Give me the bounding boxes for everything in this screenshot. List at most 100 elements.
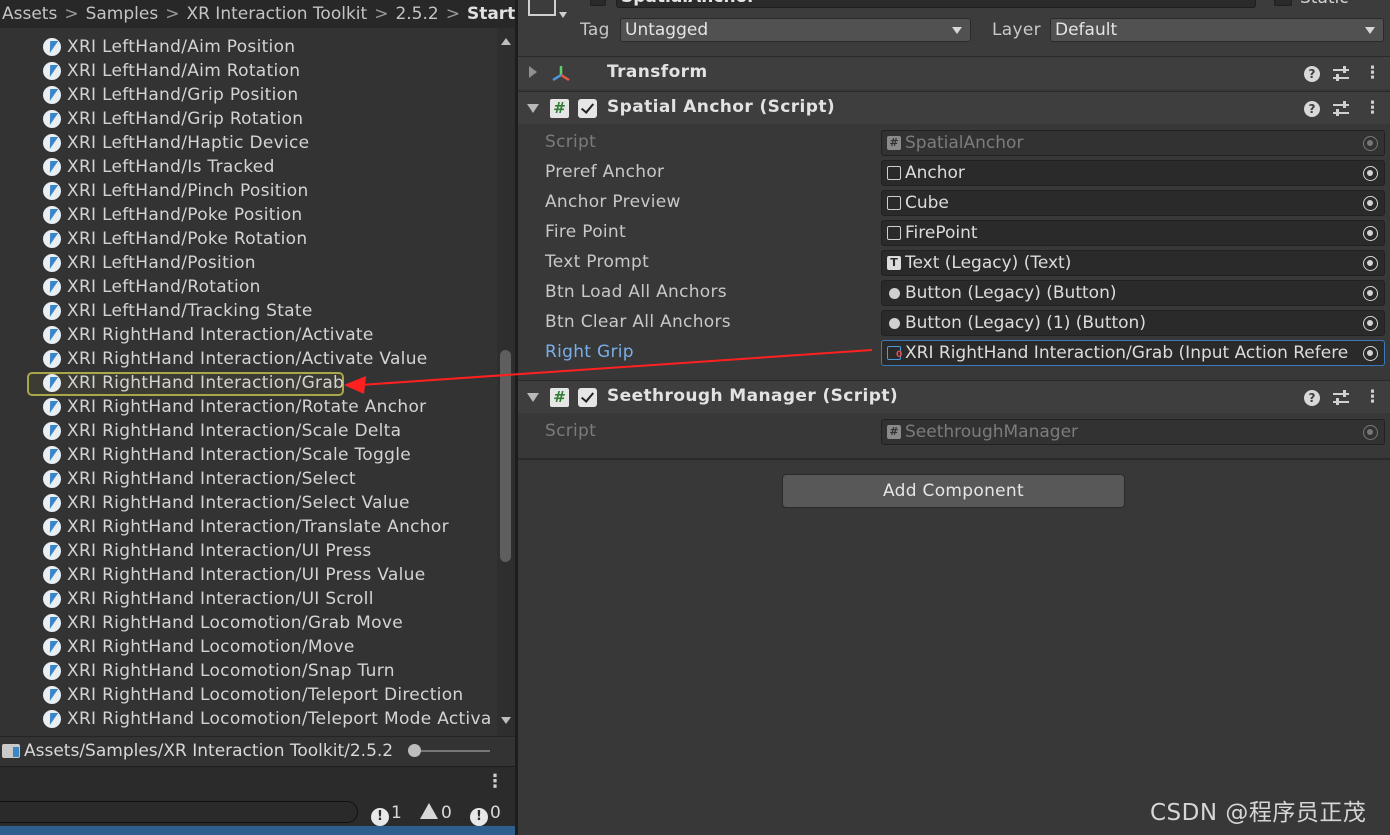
console-search-input[interactable] bbox=[0, 801, 358, 823]
add-component-button[interactable]: Add Component bbox=[782, 474, 1125, 508]
object-field[interactable]: FirePoint bbox=[881, 220, 1385, 246]
input-action-icon bbox=[43, 302, 61, 320]
asset-item[interactable]: XRI RightHand Interaction/Activate bbox=[0, 323, 497, 347]
asset-item[interactable]: XRI LeftHand/Grip Rotation bbox=[0, 107, 497, 131]
gameobject-cube-icon[interactable] bbox=[528, 0, 556, 16]
static-checkbox[interactable] bbox=[1274, 0, 1292, 6]
asset-item[interactable]: XRI RightHand Interaction/Translate Anch… bbox=[0, 515, 497, 539]
object-field[interactable]: T Text (Legacy) (Text) bbox=[881, 250, 1385, 276]
object-field-value: Button (Legacy) (Button) bbox=[905, 283, 1117, 303]
asset-item[interactable]: XRI RightHand Locomotion/Teleport Mode A… bbox=[0, 707, 497, 731]
scroll-up-icon[interactable] bbox=[501, 38, 511, 45]
asset-item-selected[interactable]: XRI RightHand Interaction/Grab bbox=[0, 371, 497, 396]
help-icon[interactable]: ? bbox=[1304, 101, 1320, 117]
asset-item[interactable]: XRI RightHand Interaction/Activate Value bbox=[0, 347, 497, 371]
component-header-spatial-anchor[interactable]: # Spatial Anchor (Script) ? ⋮ bbox=[518, 91, 1390, 124]
object-name-field[interactable]: SpatialAnchor bbox=[616, 0, 1256, 8]
object-picker-icon[interactable] bbox=[1363, 196, 1378, 211]
object-picker-icon[interactable] bbox=[1363, 316, 1378, 331]
asset-item[interactable]: XRI RightHand Interaction/Rotate Anchor bbox=[0, 395, 497, 419]
breadcrumb-item[interactable]: Samples bbox=[86, 4, 159, 24]
asset-item[interactable]: XRI RightHand Interaction/UI Press Value bbox=[0, 563, 497, 587]
help-icon[interactable]: ? bbox=[1304, 66, 1320, 82]
component-title: Transform bbox=[607, 62, 708, 82]
object-field[interactable]: Anchor bbox=[881, 160, 1385, 186]
property-label: Btn Load All Anchors bbox=[545, 282, 727, 302]
component-menu-icon[interactable]: ⋮ bbox=[1364, 63, 1381, 83]
asset-item[interactable]: XRI LeftHand/Tracking State bbox=[0, 299, 497, 323]
presets-icon[interactable] bbox=[1332, 100, 1350, 118]
component-enabled-checkbox[interactable] bbox=[578, 99, 597, 118]
component-header-seethrough-manager[interactable]: # Seethrough Manager (Script) ? ⋮ bbox=[518, 380, 1390, 413]
error-count-toggle[interactable]: ! 0 bbox=[470, 801, 501, 826]
asset-label: XRI LeftHand/Pinch Position bbox=[67, 181, 309, 201]
asset-item[interactable]: XRI RightHand Locomotion/Move bbox=[0, 635, 497, 659]
asset-item[interactable]: XRI LeftHand/Aim Rotation bbox=[0, 59, 497, 83]
asset-label: XRI LeftHand/Rotation bbox=[67, 277, 261, 297]
prefab-icon bbox=[887, 166, 901, 180]
breadcrumb-item[interactable]: 2.5.2 bbox=[395, 4, 438, 24]
foldout-open-icon[interactable] bbox=[527, 104, 539, 113]
object-field[interactable]: XRI RightHand Interaction/Grab (Input Ac… bbox=[881, 340, 1385, 366]
asset-list-scrollbar[interactable] bbox=[497, 28, 515, 736]
component-enabled-checkbox[interactable] bbox=[578, 388, 597, 407]
breadcrumb-item[interactable]: Assets bbox=[2, 4, 57, 24]
object-field[interactable]: Cube bbox=[881, 190, 1385, 216]
log-count-toggle[interactable]: ! 1 bbox=[371, 801, 402, 826]
asset-item[interactable]: XRI RightHand Interaction/UI Press bbox=[0, 539, 497, 563]
object-field[interactable]: Button (Legacy) (1) (Button) bbox=[881, 310, 1385, 336]
asset-label: XRI RightHand Locomotion/Teleport Direct… bbox=[67, 685, 464, 705]
asset-item[interactable]: XRI LeftHand/Is Tracked bbox=[0, 155, 497, 179]
chevron-down-icon[interactable] bbox=[559, 12, 567, 18]
object-field[interactable]: Button (Legacy) (Button) bbox=[881, 280, 1385, 306]
warning-count-toggle[interactable]: 0 bbox=[420, 801, 452, 825]
breadcrumb-item-current[interactable]: Start bbox=[467, 4, 515, 24]
presets-icon[interactable] bbox=[1332, 389, 1350, 407]
asset-item[interactable]: XRI RightHand Locomotion/Grab Move bbox=[0, 611, 497, 635]
breadcrumb-item[interactable]: XR Interaction Toolkit bbox=[186, 4, 367, 24]
active-checkbox[interactable] bbox=[590, 0, 606, 6]
asset-item[interactable]: XRI LeftHand/Position bbox=[0, 251, 497, 275]
foldout-open-icon[interactable] bbox=[527, 393, 539, 402]
object-picker-icon[interactable] bbox=[1363, 166, 1378, 181]
tag-dropdown[interactable]: Untagged bbox=[620, 18, 971, 42]
asset-item[interactable]: XRI LeftHand/Rotation bbox=[0, 275, 497, 299]
object-picker-icon bbox=[1363, 136, 1378, 151]
log-count: 1 bbox=[391, 803, 402, 823]
asset-item[interactable]: XRI LeftHand/Grip Position bbox=[0, 83, 497, 107]
asset-item[interactable]: XRI LeftHand/Poke Position bbox=[0, 203, 497, 227]
asset-item[interactable]: XRI LeftHand/Haptic Device bbox=[0, 131, 497, 155]
icon-size-slider-handle[interactable] bbox=[408, 744, 421, 757]
console-menu-icon[interactable]: ⋮ bbox=[486, 772, 504, 792]
asset-item[interactable]: XRI RightHand Interaction/Scale Toggle bbox=[0, 443, 497, 467]
asset-item[interactable]: XRI LeftHand/Poke Rotation bbox=[0, 227, 497, 251]
asset-item[interactable]: XRI RightHand Interaction/Select bbox=[0, 467, 497, 491]
object-picker-icon[interactable] bbox=[1363, 256, 1378, 271]
object-picker-icon[interactable] bbox=[1363, 286, 1378, 301]
layer-dropdown[interactable]: Default bbox=[1050, 18, 1384, 42]
asset-item[interactable]: XRI RightHand Interaction/Select Value bbox=[0, 491, 497, 515]
component-header-transform[interactable]: Transform ? ⋮ bbox=[518, 56, 1390, 89]
scroll-down-icon[interactable] bbox=[501, 717, 511, 724]
object-picker-icon[interactable] bbox=[1363, 226, 1378, 241]
icon-size-slider-track[interactable] bbox=[420, 750, 490, 752]
scrollbar-thumb[interactable] bbox=[500, 350, 511, 562]
input-action-icon bbox=[43, 158, 61, 176]
input-action-icon bbox=[43, 278, 61, 296]
object-field: # SpatialAnchor bbox=[881, 130, 1385, 156]
asset-item[interactable]: XRI RightHand Interaction/Scale Delta bbox=[0, 419, 497, 443]
asset-item[interactable]: XRI RightHand Locomotion/Snap Turn bbox=[0, 659, 497, 683]
asset-item[interactable]: XRI LeftHand/Aim Position bbox=[0, 35, 497, 59]
component-menu-icon[interactable]: ⋮ bbox=[1364, 98, 1381, 118]
asset-item[interactable]: XRI RightHand Interaction/UI Scroll bbox=[0, 587, 497, 611]
presets-icon[interactable] bbox=[1332, 65, 1350, 83]
input-action-icon bbox=[43, 398, 61, 416]
object-picker-icon[interactable] bbox=[1363, 346, 1378, 361]
property-label: Script bbox=[545, 132, 597, 152]
foldout-closed-icon[interactable] bbox=[529, 66, 537, 78]
asset-item[interactable]: XRI RightHand Locomotion/Teleport Direct… bbox=[0, 683, 497, 707]
component-menu-icon[interactable]: ⋮ bbox=[1364, 387, 1381, 407]
help-icon[interactable]: ? bbox=[1304, 390, 1320, 406]
text-icon: T bbox=[887, 256, 901, 270]
asset-item[interactable]: XRI LeftHand/Pinch Position bbox=[0, 179, 497, 203]
